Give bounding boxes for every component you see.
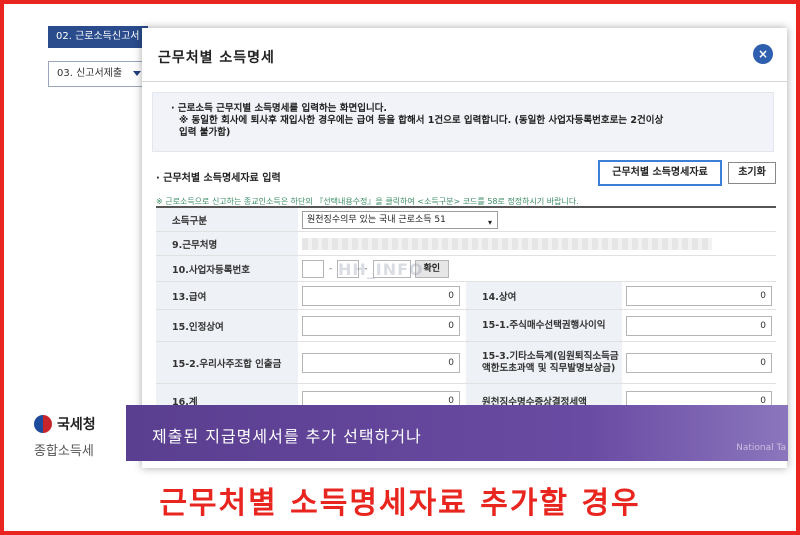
workplace-label: 9.근무처명 <box>156 232 298 255</box>
notice-line-2: ※ 동일한 회사에 퇴사후 재입사한 경우에는 급여 등을 합해서 1건으로 입… <box>179 115 664 126</box>
chevron-down-icon: ▾ <box>487 217 492 227</box>
chevron-down-icon <box>133 71 141 76</box>
income-type-label: 소득구분 <box>156 208 298 231</box>
notice-line-1: · 근로소득 근무지별 소득명세를 입력하는 화면입니다. <box>171 103 388 114</box>
bonus-input[interactable]: 0 <box>626 285 772 306</box>
modal-header: 근무처별 소득명세 × <box>142 28 787 82</box>
esop-input[interactable]: 0 <box>302 352 460 373</box>
salary-cell: 0 <box>298 282 466 309</box>
workplace-cell <box>298 232 716 255</box>
video-subtitle: 근무처별 소득명세자료 추가할 경우 <box>159 486 641 521</box>
esop-label: 15-2.우리사주조합 인출금 <box>156 342 298 383</box>
step-03-label: 03. 신고서제출 <box>57 68 123 79</box>
caption-banner: 제출된 지급명세서를 추가 선택하거나 National Ta <box>126 405 788 461</box>
form-row-workplace: 9.근무처명 <box>156 232 776 256</box>
step-navigation: 02. 근로소득신고서 03. 신고서제출 <box>48 26 148 87</box>
recognized-bonus-input[interactable]: 0 <box>302 315 460 336</box>
modal-title: 근무처별 소득명세 <box>158 50 275 66</box>
channel-watermark: HH_INFO <box>338 260 424 279</box>
other-income-label: 15-3.기타소득계(임원퇴직소득금액한도초과액 및 직무발명보상금) <box>466 342 622 383</box>
caption-text: 제출된 지급명세서를 추가 선택하거나 <box>152 427 422 446</box>
recognized-bonus-cell: 0 <box>298 310 466 341</box>
nts-logo: 국세청 종합소득세 <box>30 412 126 460</box>
form-row-salary: 13.급여 0 14.상여 0 <box>156 282 776 310</box>
biz-no-part-1[interactable] <box>302 259 324 278</box>
biz-no-label: 10.사업자등록번호 <box>156 256 298 281</box>
income-type-value: 원천징수의무 있는 국내 근로소득 51 <box>307 214 446 225</box>
bonus-label: 14.상여 <box>466 282 622 309</box>
stock-option-input[interactable]: 0 <box>626 315 772 336</box>
income-type-select[interactable]: 원천징수의무 있는 국내 근로소득 51 ▾ <box>302 210 498 229</box>
reset-button[interactable]: 초기화 <box>728 162 776 184</box>
esop-cell: 0 <box>298 342 466 383</box>
workplace-income-detail-button[interactable]: 근무처별 소득명세자료 <box>598 160 722 186</box>
stock-option-label: 15-1.주식매수선택권행사이익 <box>466 310 622 341</box>
notice-box: · 근로소득 근무지별 소득명세를 입력하는 화면입니다. ※ 동일한 회사에 … <box>152 92 774 152</box>
nts-logo-sub: 종합소득세 <box>34 444 94 459</box>
brand-tag: National Ta <box>736 443 786 453</box>
salary-label: 13.급여 <box>156 282 298 309</box>
step-02-tab[interactable]: 02. 근로소득신고서 <box>48 26 148 48</box>
notice-line-3: 입력 불가함) <box>179 127 231 138</box>
form-row-income-type: 소득구분 원천징수의무 있는 국내 근로소득 51 ▾ <box>156 208 776 232</box>
income-form: 소득구분 원천징수의무 있는 국내 근로소득 51 ▾ 9.근무처명 10.사업… <box>156 206 776 418</box>
recognized-bonus-label: 15.인정상여 <box>156 310 298 341</box>
form-row-recognized-bonus: 15.인정상여 0 15-1.주식매수선택권행사이익 0 <box>156 310 776 342</box>
step-03-tab[interactable]: 03. 신고서제출 <box>48 61 148 87</box>
taegeuk-logo-icon <box>34 415 52 433</box>
other-income-input[interactable]: 0 <box>626 352 772 373</box>
salary-input[interactable]: 0 <box>302 285 460 306</box>
income-type-cell: 원천징수의무 있는 국내 근로소득 51 ▾ <box>298 208 502 231</box>
bonus-cell: 0 <box>622 282 776 309</box>
workplace-name-blurred <box>302 237 712 250</box>
close-button[interactable]: × <box>753 44 773 64</box>
nts-logo-name: 국세청 <box>57 417 96 433</box>
income-detail-modal: 근무처별 소득명세 × · 근로소득 근무지별 소득명세를 입력하는 화면입니다… <box>142 28 787 468</box>
stock-option-cell: 0 <box>622 310 776 341</box>
form-row-biz-no: 10.사업자등록번호 - - 확인 <box>156 256 776 282</box>
other-income-cell: 0 <box>622 342 776 383</box>
section-title: · 근무처별 소득명세자료 입력 <box>156 173 281 184</box>
form-row-esop: 15-2.우리사주조합 인출금 0 15-3.기타소득계(임원퇴직소득금액한도초… <box>156 342 776 384</box>
biz-no-dash-1: - <box>329 263 333 274</box>
